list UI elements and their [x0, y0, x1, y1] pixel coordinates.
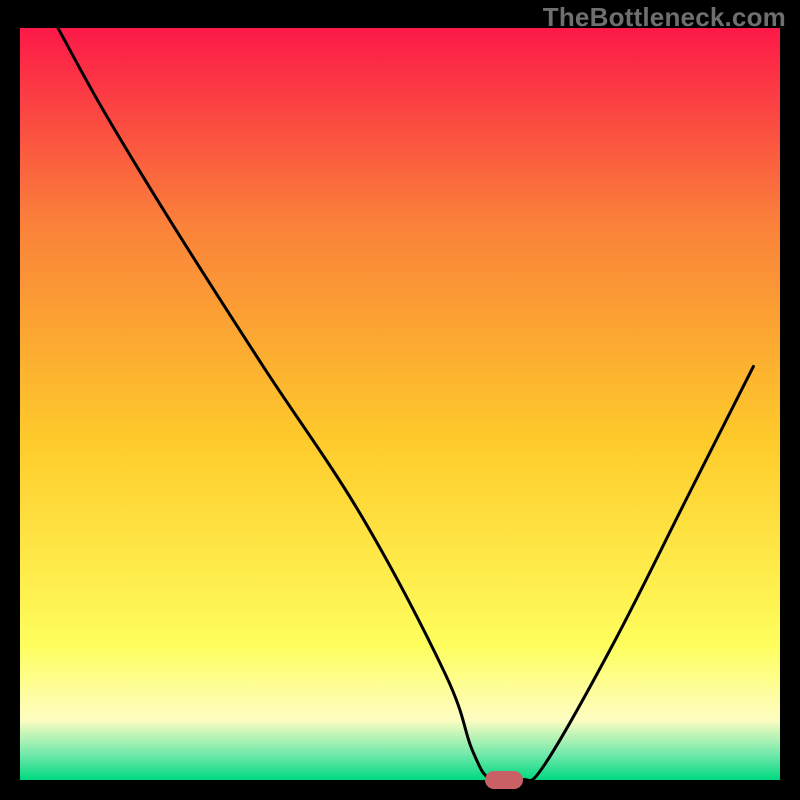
min-marker	[485, 771, 523, 789]
chart-frame: TheBottleneck.com	[0, 0, 800, 800]
bottleneck-chart	[20, 28, 780, 780]
gradient-background	[20, 28, 780, 780]
